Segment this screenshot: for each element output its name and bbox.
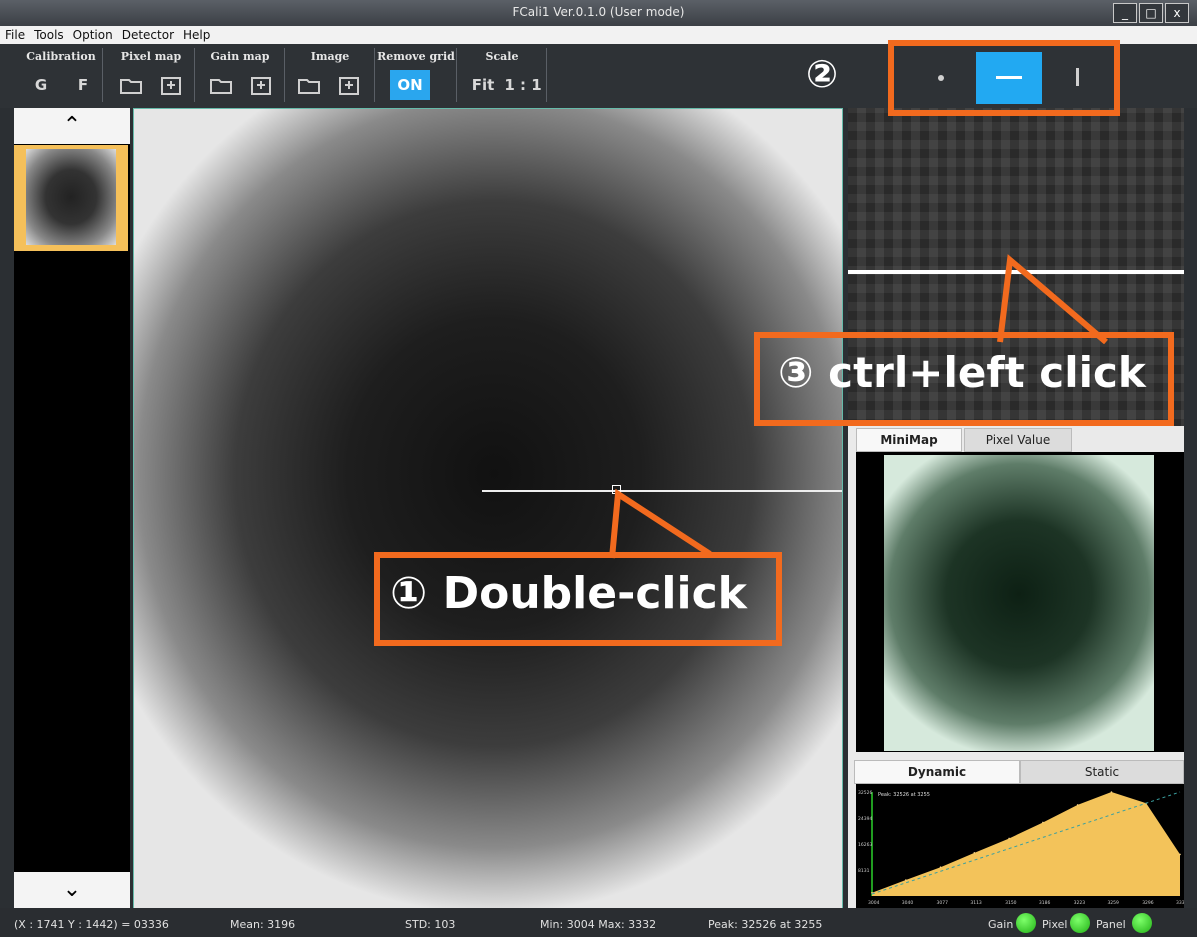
gain-map-label: Gain map — [210, 50, 270, 63]
chart-x-tick-label: 3259 — [1107, 900, 1119, 906]
chart-point — [905, 879, 907, 881]
callout-mode-box — [888, 40, 1120, 116]
chart-x-tick-label: 3296 — [1142, 900, 1154, 906]
scale-label: Scale — [485, 50, 519, 63]
title-bar: FCali1 Ver.0.1.0 (User mode) _ □ x — [0, 0, 1197, 26]
calibration-f-button[interactable]: F — [68, 70, 98, 100]
pixel-map-label: Pixel map — [120, 50, 182, 63]
image-label: Image — [310, 50, 350, 63]
menu-option[interactable]: Option — [68, 26, 117, 42]
chart-x-tick-label: 3223 — [1074, 900, 1086, 906]
chart-y-tick-label: 8131 — [858, 868, 870, 874]
tab-minimap[interactable]: MiniMap — [856, 428, 962, 452]
chevron-up-icon: ⌃ — [62, 113, 82, 138]
scroll-down-button[interactable]: ⌄ — [14, 872, 130, 908]
callout-one-pointer — [609, 488, 712, 559]
calibration-g-button[interactable]: G — [26, 70, 56, 100]
gain-map-save-icon[interactable] — [246, 70, 276, 100]
image-save-icon[interactable] — [334, 70, 364, 100]
menu-file[interactable]: File — [0, 26, 29, 42]
chevron-down-icon: ⌄ — [62, 877, 82, 902]
tab-static[interactable]: Static — [1020, 760, 1184, 784]
image-group: Image — [286, 48, 375, 102]
menu-help[interactable]: Help — [178, 26, 214, 42]
chart-point — [1110, 791, 1113, 793]
chart-y-tick-label: 24394 — [858, 816, 872, 822]
status-gain-label: Gain — [988, 918, 1014, 931]
status-bar: (X : 1741 Y : 1442) = 03336 Mean: 3196 S… — [0, 908, 1197, 937]
status-coords: (X : 1741 Y : 1442) = 03336 — [14, 918, 169, 931]
panel-status-led — [1132, 913, 1152, 933]
menu-detector[interactable]: Detector — [117, 26, 178, 42]
remove-grid-toggle[interactable]: ON — [390, 70, 430, 100]
scale-fit-button[interactable]: Fit — [468, 70, 498, 100]
chart-x-tick-label: 3186 — [1039, 900, 1051, 906]
scale-group: Scale Fit 1 : 1 — [458, 48, 547, 102]
callout-one-label: ① Double-click — [390, 568, 747, 619]
chart-x-tick-label: 3077 — [937, 900, 949, 906]
image-thumbnail[interactable] — [14, 145, 128, 251]
chart-x-tick-label: 3113 — [970, 900, 982, 906]
chart-y-tick-label: 16263 — [858, 842, 872, 848]
remove-grid-group: Remove grid ON — [376, 48, 457, 102]
pixel-map-save-icon[interactable] — [156, 70, 186, 100]
status-minmax: Min: 3004 Max: 3332 — [540, 918, 657, 931]
chart-point — [1008, 837, 1010, 840]
scale-1to1-button[interactable]: 1 : 1 — [504, 70, 542, 100]
status-std: STD: 103 — [405, 918, 456, 931]
chart-x-tick-label: 3004 — [868, 900, 880, 906]
chart-x-tick-label: 3150 — [1005, 900, 1017, 906]
status-mean: Mean: 3196 — [230, 918, 296, 931]
close-button[interactable]: x — [1165, 3, 1189, 23]
menu-tools[interactable]: Tools — [29, 26, 68, 42]
gain-status-led — [1016, 913, 1036, 933]
calibration-label: Calibration — [26, 50, 96, 63]
tab-pixel-value[interactable]: Pixel Value — [964, 428, 1072, 452]
chart-point — [973, 852, 976, 854]
chart-point — [1179, 853, 1181, 856]
chart-point — [1042, 821, 1044, 824]
gain-map-group: Gain map — [196, 48, 285, 102]
minimize-button[interactable]: _ — [1113, 3, 1137, 23]
pixel-status-led — [1070, 913, 1090, 933]
callout-two-label: ② — [806, 52, 839, 96]
callout-three-pointer — [997, 254, 1108, 344]
chart-x-tick-label: 3332 — [1176, 900, 1184, 906]
pixel-map-open-icon[interactable] — [116, 70, 146, 100]
pixel-map-group: Pixel map — [108, 48, 195, 102]
status-panel-label: Panel — [1096, 918, 1126, 931]
minimap[interactable] — [856, 452, 1184, 752]
status-peak: Peak: 32526 at 3255 — [708, 918, 823, 931]
chart-peak-label: Peak: 32526 at 3255 — [878, 792, 930, 798]
window-title: FCali1 Ver.0.1.0 (User mode) — [512, 5, 685, 19]
status-pixel-label: Pixel — [1042, 918, 1068, 931]
maximize-button[interactable]: □ — [1139, 3, 1163, 23]
calibration-group: Calibration G F — [20, 48, 103, 102]
callout-three-label: ③ ctrl+left click — [778, 348, 1146, 397]
remove-grid-label: Remove grid — [377, 50, 455, 63]
image-open-icon[interactable] — [294, 70, 324, 100]
chart-point — [939, 866, 942, 869]
histogram-chart: Peak: 32526 at 3255 3252624394162638131 … — [856, 784, 1184, 908]
tab-dynamic[interactable]: Dynamic — [854, 760, 1020, 784]
chart-area-series — [872, 792, 1180, 896]
chart-x-tick-label: 3040 — [902, 900, 914, 906]
scroll-up-button[interactable]: ⌃ — [14, 108, 130, 144]
chart-point — [1076, 804, 1079, 806]
gain-map-open-icon[interactable] — [206, 70, 236, 100]
chart-y-tick-label: 32526 — [858, 790, 872, 796]
